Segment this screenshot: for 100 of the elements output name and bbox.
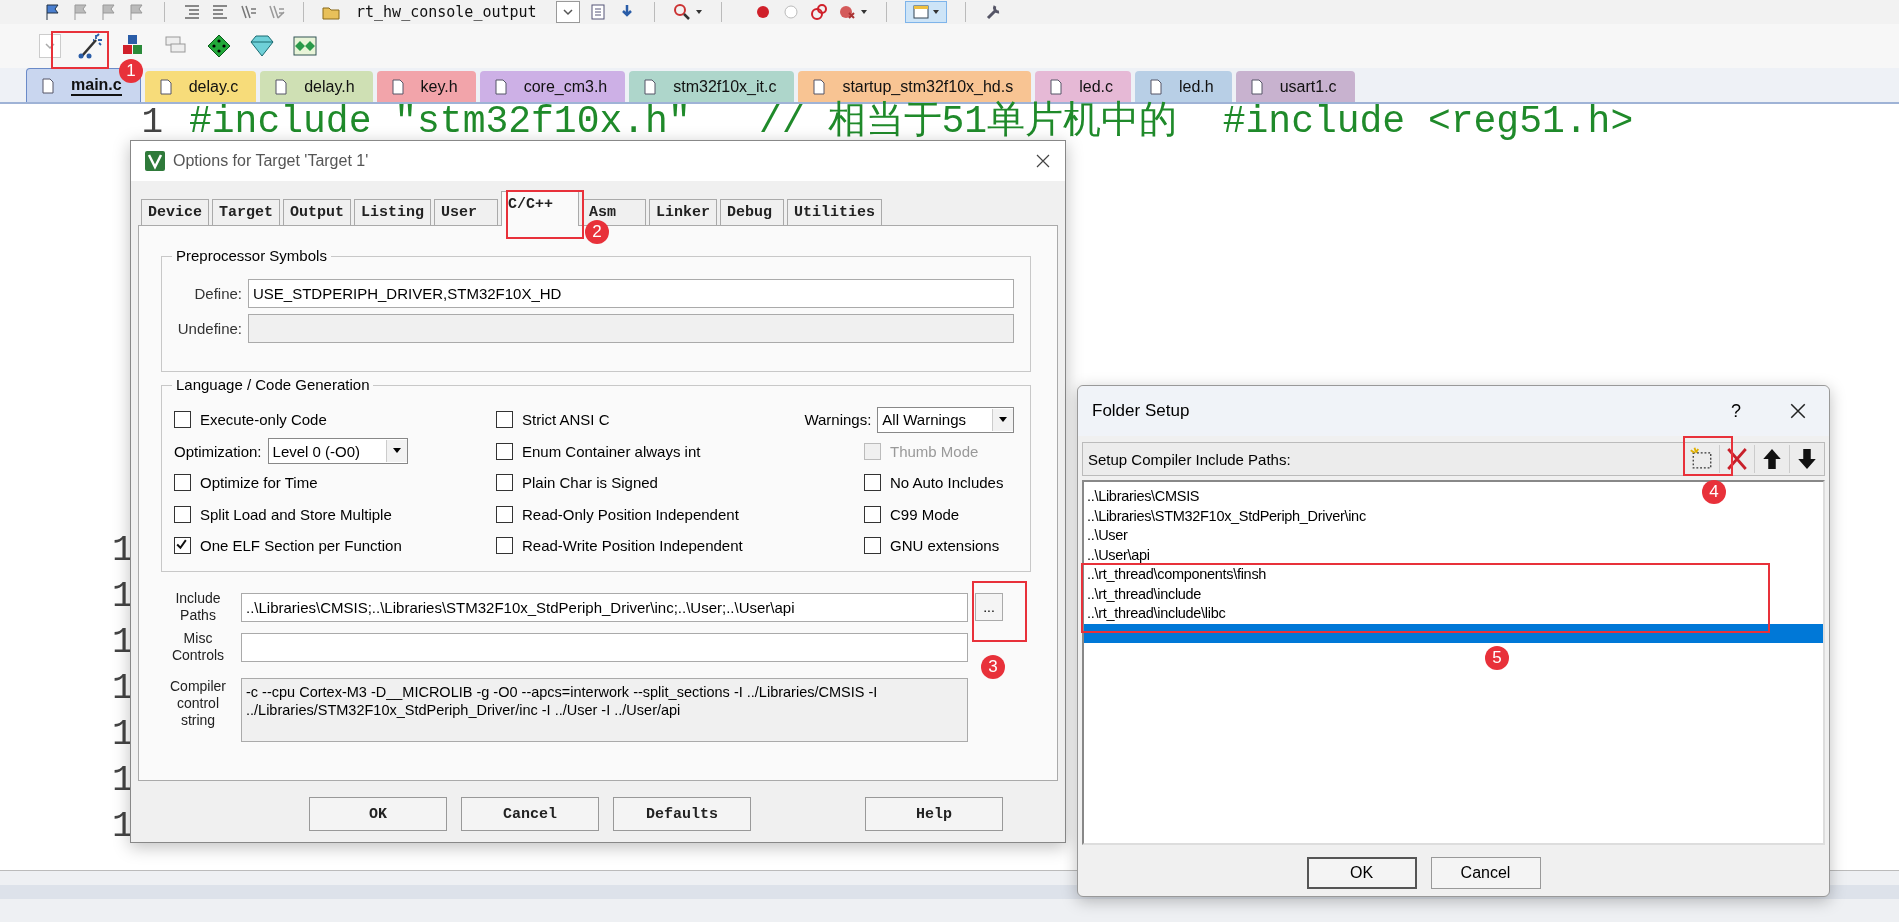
file-icon xyxy=(1049,78,1064,95)
line-number: 1 xyxy=(112,667,134,711)
checkbox[interactable] xyxy=(174,537,191,555)
checkbox[interactable] xyxy=(174,474,191,492)
indent-icon[interactable] xyxy=(183,3,201,21)
checkbox[interactable] xyxy=(174,411,191,429)
path-item[interactable] xyxy=(1084,623,1823,643)
dialog-button[interactable]: Cancel xyxy=(461,797,599,831)
checkbox[interactable] xyxy=(864,537,881,555)
file-icon xyxy=(158,78,173,95)
file-tab[interactable]: stm32f10x_it.c xyxy=(629,71,795,102)
file-icon xyxy=(1149,78,1163,95)
dropdown[interactable]: Level 0 (-O0) xyxy=(267,438,409,465)
path-item[interactable]: ..\User xyxy=(1084,526,1128,546)
window-icon xyxy=(912,3,930,21)
dialog-button[interactable]: OK xyxy=(1306,857,1417,889)
path-item[interactable]: ..\Libraries\STM32F10x_StdPeriph_Driver\inc xyxy=(1084,506,1366,526)
file-tab[interactable]: delay.c xyxy=(144,71,257,102)
dialog-button[interactable]: Defaults xyxy=(613,797,751,831)
file-tab[interactable]: core_cm3.h xyxy=(479,71,626,102)
window-button[interactable] xyxy=(905,1,947,23)
settings-tab[interactable]: Asm xyxy=(582,199,647,225)
record-icon[interactable] xyxy=(754,3,772,21)
file-icon xyxy=(643,78,658,95)
list-header: Setup Compiler Include Paths: xyxy=(1088,450,1292,468)
file-tab[interactable]: led.h xyxy=(1135,71,1232,102)
comment-icon[interactable] xyxy=(239,3,257,21)
function-field[interactable]: rt_hw_console_output xyxy=(350,2,546,22)
checkbox-label: No Auto Includes xyxy=(890,474,1004,492)
path-item[interactable]: ..\rt_thread\components\finsh xyxy=(1084,565,1267,585)
links-icon[interactable] xyxy=(810,3,828,21)
wrench-icon[interactable] xyxy=(984,3,1002,21)
undefine-field[interactable] xyxy=(248,314,1014,343)
compiler-string-field: -c --cpu Cortex-M3 -D__MICROLIB -g -O0 --apcs=interwork --split_sections -I ../Libraries/CMSIS -I ../Libraries/STM32F10x_StdPeriph_Driver/inc -I ../User -I ../User/api xyxy=(241,678,968,742)
help-button[interactable]: ? xyxy=(1731,400,1741,422)
uncomment-icon[interactable] xyxy=(267,3,285,21)
path-item[interactable]: ..\rt_thread\include\libc xyxy=(1084,604,1226,624)
misc-controls-field[interactable] xyxy=(241,632,968,662)
check-icon xyxy=(175,538,188,552)
file-tab[interactable]: delay.h xyxy=(260,71,373,102)
highlight-frame xyxy=(972,581,1027,642)
checkbox[interactable] xyxy=(496,442,513,460)
dialog-button[interactable]: Help xyxy=(865,797,1003,831)
settings-tab[interactable]: Listing xyxy=(354,199,432,225)
caret-icon[interactable] xyxy=(695,8,703,16)
file-icon xyxy=(390,78,405,95)
include-paths-field[interactable]: ..\Libraries\CMSIS;..\Libraries\STM32F10x_StdPeriph_Driver\inc;..\User;..\User\api xyxy=(241,592,968,622)
checkbox[interactable] xyxy=(496,537,513,555)
settings-tab[interactable]: Output xyxy=(283,199,352,225)
field-label: Compiler control string xyxy=(169,678,227,729)
dialog-button[interactable]: OK xyxy=(309,797,447,831)
close-icon[interactable] xyxy=(1789,402,1807,420)
settings-tab[interactable]: C/C++ xyxy=(501,191,580,226)
path-item[interactable]: ..\rt_thread\include xyxy=(1084,584,1202,604)
file-icon xyxy=(1249,78,1264,95)
eraser-icon[interactable] xyxy=(838,3,856,21)
group-title: Preprocessor Symbols xyxy=(172,247,331,264)
path-item[interactable]: ..\User\api xyxy=(1084,545,1150,565)
file-icon xyxy=(493,78,508,95)
file-tab[interactable]: key.h xyxy=(376,71,476,102)
field-label: Misc Controls xyxy=(170,630,226,664)
browse-button[interactable]: ... xyxy=(975,593,1003,621)
settings-tab[interactable]: Debug xyxy=(720,199,785,225)
settings-tab[interactable]: Linker xyxy=(649,199,718,225)
line-number: 1 xyxy=(112,575,134,619)
file-icon xyxy=(274,78,289,95)
settings-tab[interactable]: User xyxy=(434,199,499,225)
checkbox[interactable] xyxy=(864,505,881,523)
settings-tab[interactable]: Utilities xyxy=(787,199,883,225)
outdent-icon[interactable] xyxy=(211,3,229,21)
checkbox-label: Enum Container always int xyxy=(522,442,701,460)
checkbox[interactable] xyxy=(496,411,513,429)
caret-icon[interactable] xyxy=(860,8,868,16)
settings-tab[interactable]: Target xyxy=(212,199,281,225)
checkbox-label: Plain Char is Signed xyxy=(522,474,658,492)
define-field[interactable]: USE_STDPERIPH_DRIVER,STM32F10X_HD xyxy=(248,279,1014,308)
caret-icon xyxy=(392,448,403,455)
magic-wand-icon[interactable] xyxy=(76,32,104,60)
diamond-icon[interactable] xyxy=(205,32,233,60)
dropdown[interactable]: All Warnings xyxy=(877,406,1014,433)
group-title: Language / Code Generation xyxy=(172,376,374,393)
checkbox-label: One ELF Section per Function xyxy=(200,537,402,555)
line-number: 1 xyxy=(112,805,134,849)
field-label: Undefine: xyxy=(176,320,242,337)
line-number: 1 xyxy=(112,713,134,757)
close-icon[interactable] xyxy=(1035,153,1051,169)
search-icon[interactable] xyxy=(673,3,691,21)
checkbox-label: Read-Only Position Independent xyxy=(522,505,739,523)
path-item[interactable]: ..\Libraries\CMSIS xyxy=(1084,487,1200,507)
settings-tab[interactable]: Device xyxy=(141,199,209,225)
checkbox[interactable] xyxy=(174,505,191,523)
checkbox[interactable] xyxy=(496,474,513,492)
line-number: 1 xyxy=(112,529,134,573)
checkbox[interactable] xyxy=(496,505,513,523)
dialog-button[interactable]: Cancel xyxy=(1430,857,1541,889)
checkbox[interactable] xyxy=(864,474,881,492)
flag-icon[interactable] xyxy=(44,3,62,21)
highlight-frame xyxy=(51,31,109,69)
file-tab[interactable]: usart1.c xyxy=(1235,71,1355,102)
checkbox-label: Execute-only Code xyxy=(200,411,327,429)
